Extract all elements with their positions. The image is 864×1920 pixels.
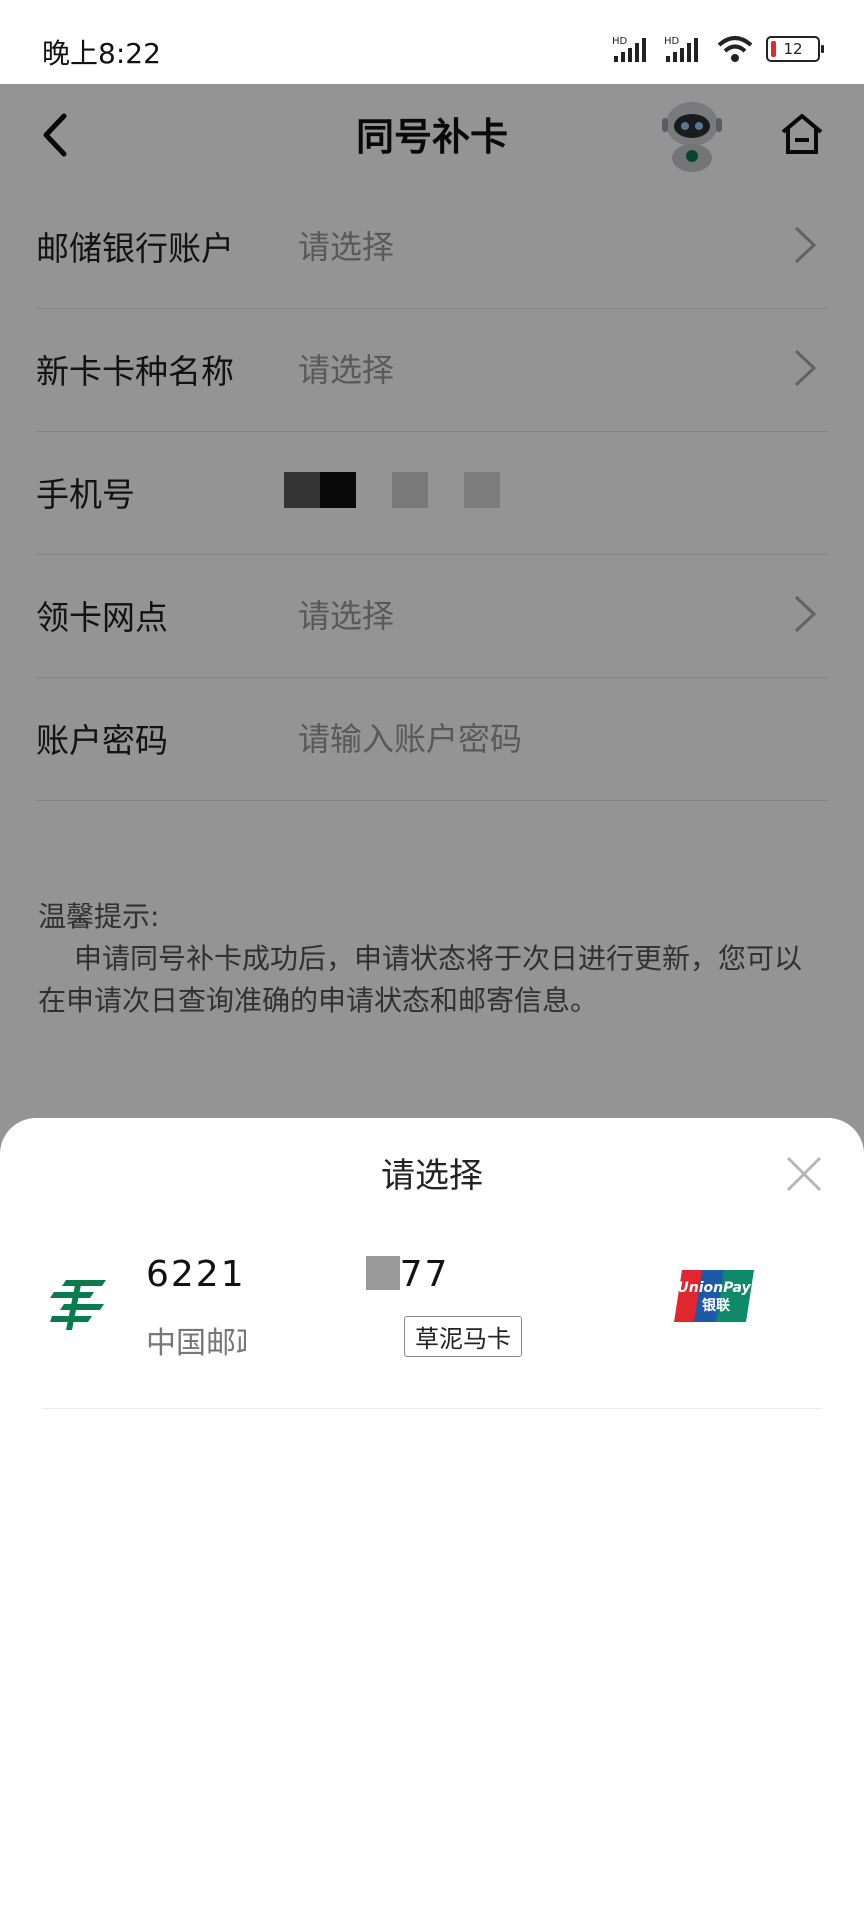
card-number: 6221 77 <box>146 1254 450 1295</box>
svg-text:银联: 银联 <box>702 1297 731 1314</box>
battery-level: 12 <box>783 40 803 58</box>
select-account-sheet: 请选择 6221 77 中国邮政 草泥马卡 UnionPay 银联 <box>0 1118 864 1920</box>
sheet-title: 请选择 <box>381 1156 483 1196</box>
wifi-icon <box>717 36 753 62</box>
card-option[interactable]: 6221 77 中国邮政 草泥马卡 UnionPay 银联 <box>42 1246 822 1409</box>
svg-text:HD: HD <box>664 36 680 47</box>
china-post-logo-icon <box>50 1280 106 1330</box>
battery-icon: 12 <box>766 36 824 62</box>
cellular-signal-2-icon: HD <box>664 36 698 62</box>
svg-text:UnionPay: UnionPay <box>677 1280 751 1296</box>
status-time: 晚上8:22 <box>42 37 161 70</box>
cellular-signal-icon: HD <box>612 36 646 62</box>
redaction-mask <box>246 1316 386 1364</box>
card-type-badge: 草泥马卡 <box>404 1316 522 1357</box>
status-bar: 晚上8:22 HD HD 12 <box>0 0 864 84</box>
unionpay-logo-icon: UnionPay 银联 <box>674 1270 754 1322</box>
svg-text:HD: HD <box>612 36 628 47</box>
close-icon[interactable] <box>784 1154 824 1194</box>
status-icons: HD HD 12 <box>612 34 824 64</box>
